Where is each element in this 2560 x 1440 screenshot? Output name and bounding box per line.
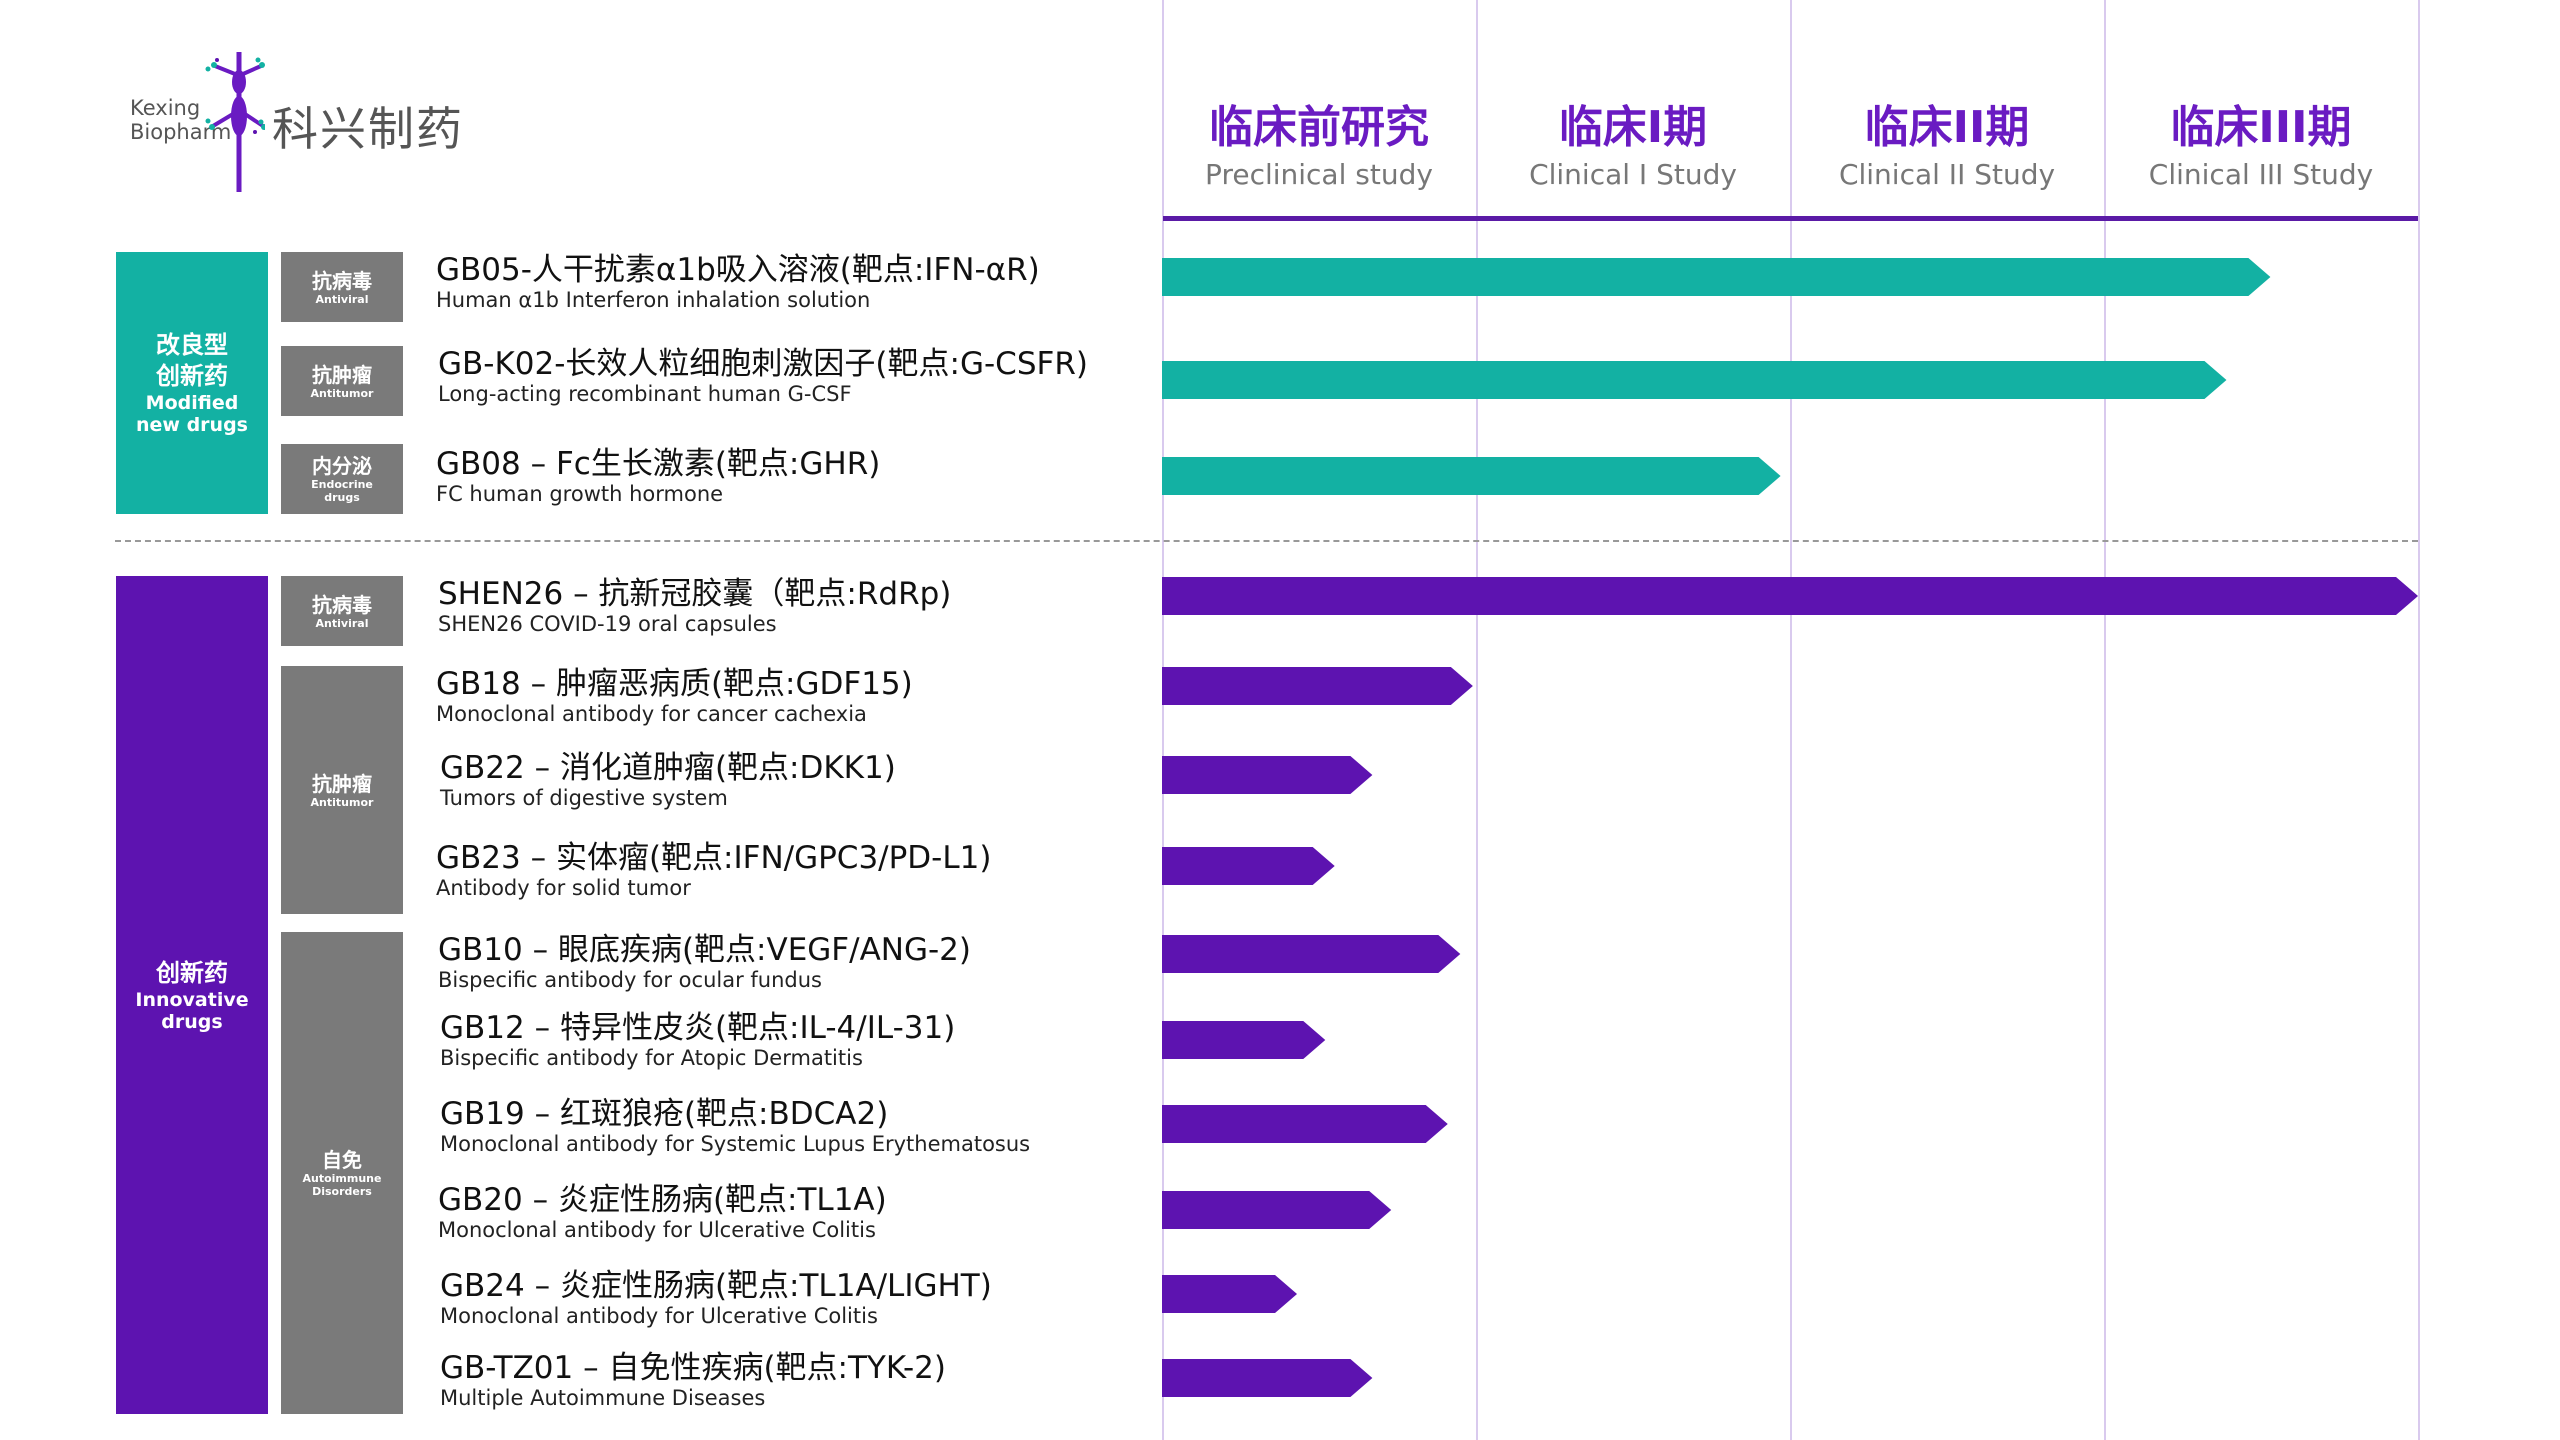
- progress-bar-gb19: [1162, 1105, 1448, 1143]
- progress-bar-gb-tz01: [1162, 1359, 1373, 1397]
- progress-bar-gb22: [1162, 756, 1373, 794]
- progress-bar-shen26: [1162, 577, 2418, 615]
- progress-bar-gb24: [1162, 1275, 1298, 1313]
- progress-bar-gb08: [1162, 457, 1781, 495]
- progress-bar-gb18: [1162, 667, 1473, 705]
- progress-bar-gb20: [1162, 1191, 1392, 1229]
- progress-bar-gb05: [1162, 258, 2271, 296]
- pipeline-chart: Kexing Biopharm 科兴制药 临床前研究 Preclinical s…: [0, 0, 2560, 1440]
- pipeline-bars: [1162, 258, 2418, 1397]
- progress-bar-gb23: [1162, 847, 1335, 885]
- progress-bar-gb12: [1162, 1021, 1326, 1059]
- progress-bar-gb10: [1162, 935, 1461, 973]
- progress-bar-gb-k02: [1162, 361, 2227, 399]
